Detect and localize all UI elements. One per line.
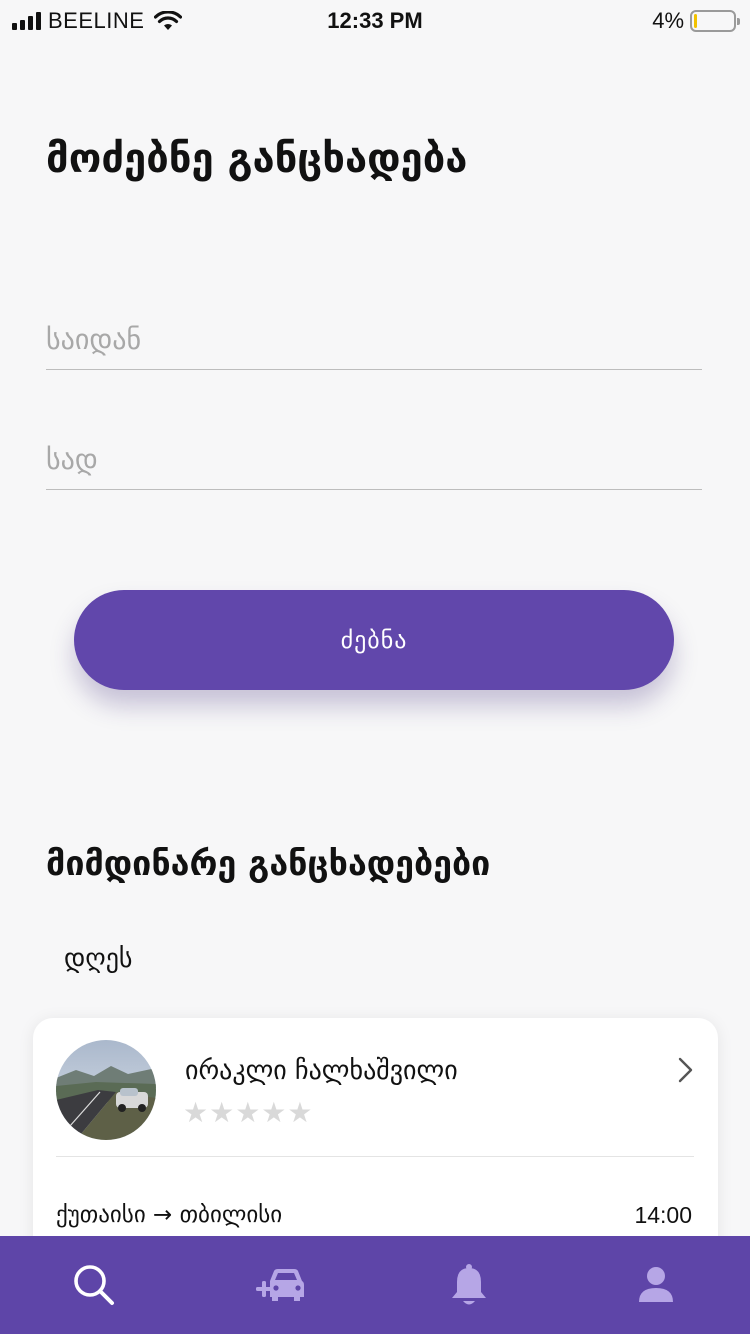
date-label: დღეს (64, 944, 133, 974)
to-field[interactable] (46, 430, 702, 490)
avatar-photo (56, 1040, 156, 1140)
from-input[interactable] (46, 310, 702, 369)
tab-add-ride[interactable] (187, 1236, 374, 1334)
status-bar: BEELINE 12:33 PM 4% (0, 0, 750, 40)
to-input[interactable] (46, 430, 702, 489)
add-car-icon (255, 1269, 304, 1301)
battery-percent: 4% (652, 8, 684, 33)
section-title: მიმდინარე განცხადებები (46, 844, 491, 884)
from-field[interactable] (46, 310, 702, 370)
route: ქუთაისი → თბილისი (56, 1202, 283, 1228)
battery-fill (694, 14, 697, 28)
battery-icon (690, 10, 740, 32)
rating-stars: ★★★★★ (183, 1096, 314, 1129)
status-right: 4% (652, 8, 740, 34)
driver-name: ირაკლი ჩალხაშვილი (185, 1056, 458, 1086)
chevron-right-icon[interactable] (672, 1054, 698, 1086)
tab-profile[interactable] (562, 1236, 749, 1334)
card-divider (56, 1156, 694, 1157)
bell-icon (451, 1264, 486, 1305)
tab-bar (0, 1236, 750, 1334)
search-icon (73, 1265, 114, 1305)
departure-time: 14:00 (634, 1202, 692, 1228)
page-title: მოძებნე განცხადება (46, 136, 468, 182)
avatar (56, 1040, 156, 1140)
tab-notifications[interactable] (375, 1236, 562, 1334)
profile-icon (638, 1267, 673, 1302)
tab-search[interactable] (0, 1236, 187, 1334)
search-button[interactable]: ძებნა (74, 590, 674, 690)
status-time: 12:33 PM (327, 8, 423, 33)
